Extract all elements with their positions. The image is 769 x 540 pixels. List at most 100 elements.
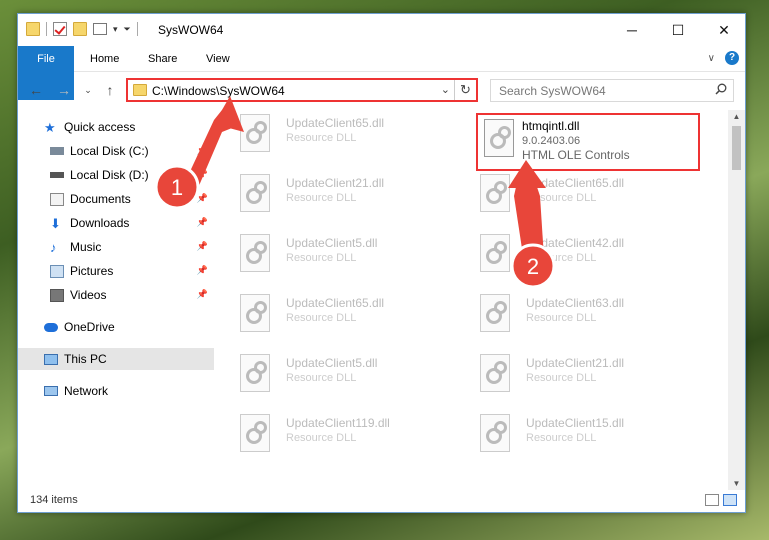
- search-placeholder[interactable]: Search SysWOW64: [499, 84, 606, 98]
- search-icon[interactable]: [715, 83, 727, 95]
- sidebar-item-this-pc[interactable]: This PC: [18, 348, 214, 370]
- item-count: 134 items: [30, 494, 78, 506]
- ribbon-right-controls: ∨ ?: [708, 51, 739, 65]
- file-item[interactable]: UpdateClient42.dll Resource DLL: [454, 230, 684, 284]
- status-bar: 134 items: [18, 488, 745, 512]
- sidebar-item-quick-access[interactable]: ★ Quick access: [18, 116, 214, 138]
- details-view-icon[interactable]: [705, 494, 719, 506]
- sidebar-item-label: Quick access: [64, 120, 136, 134]
- file-name: UpdateClient63.dll: [526, 296, 625, 310]
- back-button[interactable]: ←: [28, 82, 44, 98]
- sidebar-item-downloads[interactable]: ⬇ Downloads 📌: [18, 212, 214, 234]
- file-item[interactable]: UpdateClient15.dll Resource DLL: [454, 410, 684, 464]
- chevron-down-icon[interactable]: ▾: [113, 24, 118, 35]
- pin-icon[interactable]: 📌: [197, 265, 208, 276]
- file-item[interactable]: UpdateClient5.dll Resource DLL: [214, 350, 444, 404]
- pin-icon[interactable]: 📌: [197, 193, 208, 204]
- vertical-scrollbar[interactable]: ▲ ▼: [728, 110, 745, 490]
- tab-home[interactable]: Home: [78, 46, 131, 72]
- dll-file-icon: [480, 294, 510, 332]
- file-description: Resource DLL: [286, 432, 357, 444]
- file-name: UpdateClient119.dll: [286, 416, 390, 430]
- file-description: HTML OLE Controls: [522, 148, 630, 162]
- expand-ribbon-icon[interactable]: ∨: [708, 53, 715, 64]
- tab-share[interactable]: Share: [136, 46, 189, 72]
- large-icons-view-icon[interactable]: [723, 494, 737, 506]
- properties-check-icon[interactable]: [53, 22, 67, 36]
- file-name: UpdateClient65.dll: [526, 176, 625, 190]
- sidebar-item-onedrive[interactable]: OneDrive: [18, 316, 214, 338]
- file-item[interactable]: UpdateClient119.dll Resource DLL: [214, 410, 444, 464]
- dll-file-icon: [480, 234, 510, 272]
- navigation-pane: ★ Quick access Local Disk (C:) 📌 Local D…: [18, 110, 214, 490]
- scroll-up-icon[interactable]: ▲: [728, 112, 745, 121]
- dll-file-icon: [480, 174, 510, 212]
- file-list: UpdateClient65.dll Resource DLL UpdateCl…: [214, 110, 728, 490]
- minimize-button[interactable]: ─: [609, 14, 655, 46]
- sidebar-item-network[interactable]: Network: [18, 380, 214, 402]
- address-bar[interactable]: C:\Windows\SysWOW64 ⌄ ↻: [126, 78, 478, 102]
- customize-icon[interactable]: [93, 23, 107, 35]
- file-name: UpdateClient5.dll: [286, 236, 378, 250]
- sidebar-item-label: Downloads: [70, 216, 130, 230]
- window-title: SysWOW64: [158, 23, 224, 37]
- sidebar-item-music[interactable]: ♪ Music 📌: [18, 236, 214, 258]
- sidebar-item-local-disk-d[interactable]: Local Disk (D:) 📌: [18, 164, 214, 186]
- new-folder-icon[interactable]: [73, 22, 87, 36]
- pin-icon[interactable]: 📌: [197, 241, 208, 252]
- chevron-down-icon[interactable]: ⌄: [441, 83, 450, 96]
- dll-file-icon: [240, 354, 270, 392]
- forward-button[interactable]: →: [56, 82, 72, 98]
- file-name: UpdateClient21.dll: [526, 356, 625, 370]
- title-bar: ▾ ⏷ SysWOW64 ─ ☐ ✕: [18, 14, 745, 46]
- file-name: UpdateClient21.dll: [286, 176, 385, 190]
- pin-icon[interactable]: 📌: [197, 289, 208, 300]
- sidebar-item-label: Videos: [70, 288, 107, 302]
- file-name: htmqintl.dll: [522, 119, 580, 133]
- refresh-icon[interactable]: ↻: [454, 80, 476, 100]
- close-button[interactable]: ✕: [701, 14, 747, 46]
- computer-icon: [44, 353, 58, 365]
- file-item[interactable]: UpdateClient21.dll Resource DLL: [214, 170, 444, 224]
- pin-icon[interactable]: 📌: [197, 145, 208, 156]
- dll-file-icon: [480, 354, 510, 392]
- videos-icon: [50, 288, 64, 302]
- file-description: Resource DLL: [286, 252, 357, 264]
- up-button[interactable]: ↑: [102, 82, 118, 98]
- pin-icon[interactable]: 📌: [197, 169, 208, 180]
- file-description: Resource DLL: [526, 252, 597, 264]
- scroll-down-icon[interactable]: ▼: [728, 479, 745, 488]
- navigation-bar: ← → ⌄ ↑ C:\Windows\SysWOW64 ⌄ ↻ Search S…: [18, 72, 745, 110]
- maximize-button[interactable]: ☐: [655, 14, 701, 46]
- folder-icon[interactable]: [26, 22, 40, 36]
- sidebar-item-documents[interactable]: Documents 📌: [18, 188, 214, 210]
- file-item[interactable]: UpdateClient65.dll Resource DLL: [214, 290, 444, 344]
- file-item[interactable]: UpdateClient65.dll Resource DLL: [214, 110, 444, 164]
- file-item[interactable]: UpdateClient5.dll Resource DLL: [214, 230, 444, 284]
- star-icon: ★: [44, 119, 56, 135]
- sidebar-item-local-disk-c[interactable]: Local Disk (C:) 📌: [18, 140, 214, 162]
- folder-icon: [133, 84, 147, 96]
- file-description: Resource DLL: [286, 312, 357, 324]
- file-item-highlighted[interactable]: htmqintl.dll 9.0.2403.06 HTML OLE Contro…: [476, 113, 700, 171]
- toolbar-dropdown-icon[interactable]: ⏷: [124, 24, 131, 35]
- help-icon[interactable]: ?: [725, 51, 739, 65]
- sidebar-item-pictures[interactable]: Pictures 📌: [18, 260, 214, 282]
- tab-view[interactable]: View: [194, 46, 242, 72]
- file-item[interactable]: UpdateClient65.dll Resource DLL: [454, 170, 684, 224]
- file-item[interactable]: UpdateClient63.dll Resource DLL: [454, 290, 684, 344]
- address-path[interactable]: C:\Windows\SysWOW64: [152, 84, 285, 98]
- recent-locations-button[interactable]: ⌄: [80, 82, 96, 98]
- pin-icon[interactable]: 📌: [197, 217, 208, 228]
- toolbar-separator: [46, 22, 47, 36]
- file-name: UpdateClient65.dll: [286, 296, 385, 310]
- file-name: UpdateClient15.dll: [526, 416, 625, 430]
- dll-file-icon: [240, 234, 270, 272]
- scrollbar-thumb[interactable]: [732, 126, 741, 170]
- file-item[interactable]: UpdateClient21.dll Resource DLL: [454, 350, 684, 404]
- download-arrow-icon: ⬇: [50, 215, 61, 231]
- file-name: UpdateClient42.dll: [526, 236, 625, 250]
- search-box[interactable]: Search SysWOW64: [490, 79, 734, 102]
- sidebar-item-videos[interactable]: Videos 📌: [18, 284, 214, 306]
- dll-file-icon: [240, 114, 270, 152]
